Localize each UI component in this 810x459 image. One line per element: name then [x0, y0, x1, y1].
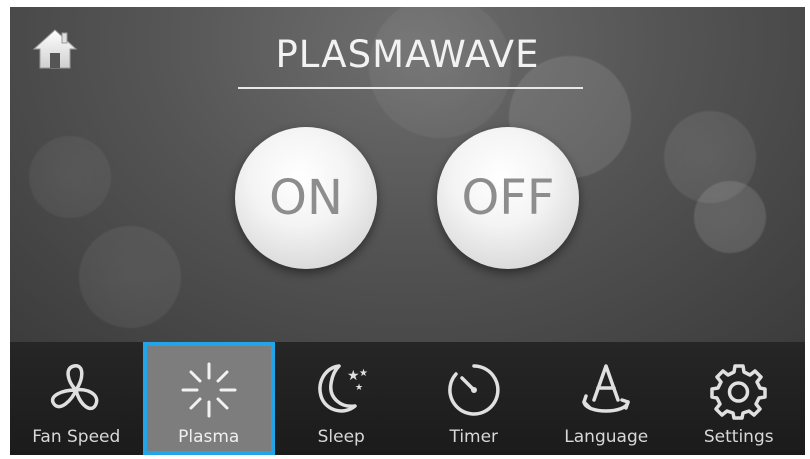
device-screen: PLASMAWAVE ON OFF Fan Speed Plasma ★ ★ ★… — [10, 7, 805, 455]
timer-icon — [447, 364, 500, 416]
sleep-moon-icon: ★ ★ ★ — [318, 364, 368, 413]
nav-item-fan-speed[interactable]: Fan Speed — [10, 342, 143, 455]
nav-item-plasma[interactable]: Plasma — [142, 342, 275, 455]
gear-icon — [710, 364, 767, 420]
svg-text:★: ★ — [347, 368, 360, 384]
nav-label: Language — [564, 427, 649, 447]
svg-text:★: ★ — [355, 383, 363, 393]
nav-label: Fan Speed — [32, 427, 121, 447]
main-panel: PLASMAWAVE ON OFF — [10, 7, 805, 342]
nav-label: Sleep — [317, 427, 365, 447]
title-divider — [238, 87, 583, 89]
nav-item-language[interactable]: Language — [540, 342, 673, 455]
nav-label: Plasma — [178, 427, 240, 447]
nav-label: Settings — [703, 427, 774, 447]
fan-icon — [51, 364, 99, 411]
nav-item-sleep[interactable]: ★ ★ ★ Sleep — [275, 342, 408, 455]
language-icon — [582, 364, 630, 413]
svg-text:★: ★ — [359, 368, 368, 379]
nav-item-settings[interactable]: Settings — [673, 342, 806, 455]
off-button[interactable]: OFF — [437, 127, 579, 269]
on-button[interactable]: ON — [235, 127, 377, 269]
nav-label: Timer — [449, 427, 499, 447]
page-title: PLASMAWAVE — [275, 33, 540, 76]
plasma-icon — [181, 362, 237, 418]
bottom-nav: Fan Speed Plasma ★ ★ ★ Sleep Timer Langu… — [10, 342, 805, 455]
nav-item-timer[interactable]: Timer — [408, 342, 541, 455]
